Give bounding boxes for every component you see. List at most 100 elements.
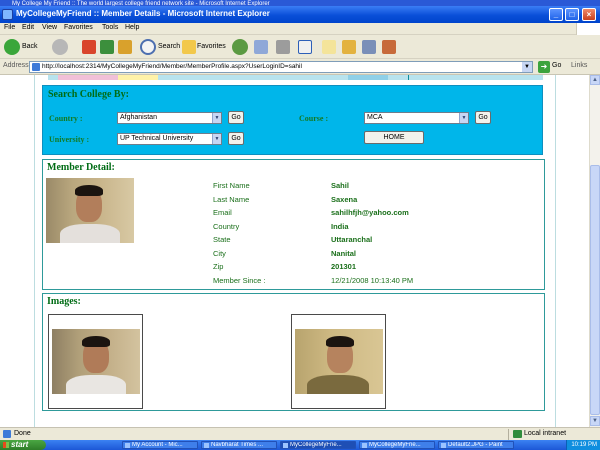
- forward-arrow-icon[interactable]: [52, 39, 68, 55]
- scroll-down-icon[interactable]: ▼: [590, 416, 600, 426]
- taskbar-item[interactable]: Navbharat Times ...: [201, 441, 277, 449]
- email-value: sahilhfjh@yahoo.com: [331, 208, 409, 217]
- course-select[interactable]: MCA ▼: [364, 112, 469, 124]
- minimize-button[interactable]: _: [549, 8, 563, 21]
- taskbar-item-label: MyCollegeMyFrie...: [290, 442, 342, 448]
- go-arrow-icon[interactable]: ➜: [538, 61, 550, 73]
- country-go-button[interactable]: Go: [228, 111, 244, 124]
- menu-favorites[interactable]: Favorites: [64, 24, 93, 31]
- country-detail-value: India: [331, 222, 349, 231]
- address-dropdown-icon[interactable]: ▼: [522, 62, 532, 72]
- go-label[interactable]: Go: [552, 62, 561, 69]
- country-select-value: Afghanistan: [120, 114, 157, 121]
- taskbar-item[interactable]: MyCollegeMyFrie...: [359, 441, 435, 449]
- scroll-up-icon[interactable]: ▲: [590, 75, 600, 85]
- country-detail-label: Country: [213, 222, 240, 231]
- window-title: MyCollegeMyFriend :: Member Details - Mi…: [16, 9, 270, 18]
- windows-flag-icon: [3, 442, 9, 448]
- zip-value: 201301: [331, 262, 357, 271]
- ie-icon: [283, 443, 288, 448]
- print-icon[interactable]: [276, 40, 290, 54]
- address-bar: Address http://localhost:2314/MyCollegeM…: [0, 59, 600, 75]
- taskbar-item[interactable]: My Account - Mic...: [122, 441, 198, 449]
- taskbar-item-label: Default2.JPG - Paint: [448, 442, 503, 448]
- menu-tools[interactable]: Tools: [102, 24, 118, 31]
- university-label: University :: [49, 135, 90, 144]
- home-icon[interactable]: [118, 40, 132, 54]
- city-label: City: [213, 249, 226, 258]
- address-input[interactable]: http://localhost:2314/MyCollegeMyFriend/…: [29, 61, 533, 73]
- state-value: Uttaranchal: [331, 235, 373, 244]
- first-name-label: First Name: [213, 181, 250, 190]
- home-button[interactable]: HOME: [364, 131, 424, 144]
- member-since-value: 12/21/2008 10:13:40 PM: [331, 276, 414, 285]
- last-name-label: Last Name: [213, 195, 250, 204]
- taskbar: start My Account - Mic... Navbharat Time…: [0, 440, 600, 450]
- word-icon[interactable]: [298, 40, 312, 54]
- gallery-image-frame[interactable]: [48, 314, 143, 409]
- gallery-image[interactable]: [52, 329, 140, 394]
- images-title: Images:: [47, 296, 81, 307]
- menu-help[interactable]: Help: [125, 24, 139, 31]
- last-name-value: Saxena: [331, 195, 358, 204]
- taskbar-item[interactable]: MyCollegeMyFrie...: [280, 441, 356, 449]
- menu-bar: File Edit View Favorites Tools Help: [0, 23, 600, 35]
- chevron-down-icon: ▼: [212, 134, 221, 144]
- discuss-icon[interactable]: [382, 40, 396, 54]
- close-button[interactable]: ×: [582, 8, 596, 21]
- intranet-zone-icon: [513, 430, 522, 438]
- search-title: Search College By:: [48, 89, 129, 100]
- research-icon[interactable]: [342, 40, 356, 54]
- menu-file[interactable]: File: [4, 24, 15, 31]
- university-select[interactable]: UP Technical University ▼: [117, 133, 222, 145]
- header-banner-strip: [48, 75, 543, 80]
- back-button-label[interactable]: Back: [22, 38, 38, 56]
- messenger-icon[interactable]: [322, 40, 336, 54]
- favorites-star-icon[interactable]: [182, 40, 196, 54]
- gallery-image-frame[interactable]: [291, 314, 386, 409]
- favorites-button-label[interactable]: Favorites: [197, 38, 226, 56]
- refresh-icon[interactable]: [100, 40, 114, 54]
- taskbar-item[interactable]: Default2.JPG - Paint: [438, 441, 514, 449]
- start-button[interactable]: start: [0, 440, 46, 450]
- start-label: start: [11, 440, 29, 449]
- menu-view[interactable]: View: [42, 24, 57, 31]
- taskbar-item-label: MyCollegeMyFrie...: [369, 442, 421, 448]
- maximize-button[interactable]: □: [565, 8, 579, 21]
- page-viewport: Search College By: Country : Afghanistan…: [0, 75, 589, 427]
- vertical-scrollbar[interactable]: ▲ ▼: [589, 75, 600, 427]
- window-title-bar[interactable]: MyCollegeMyFriend :: Member Details - Mi…: [0, 6, 600, 23]
- member-profile-photo: [46, 178, 134, 243]
- menu-edit[interactable]: Edit: [22, 24, 34, 31]
- scrollbar-thumb[interactable]: [590, 165, 600, 415]
- toolbar: Back Search Favorites: [0, 35, 600, 59]
- links-label[interactable]: Links: [571, 62, 587, 69]
- tools-icon[interactable]: [362, 40, 376, 54]
- search-button-label[interactable]: Search: [158, 38, 180, 56]
- gallery-image[interactable]: [295, 329, 383, 394]
- security-zone-text: Local intranet: [524, 430, 567, 437]
- status-text: Done: [14, 430, 31, 437]
- paint-icon: [441, 443, 446, 448]
- country-select[interactable]: Afghanistan ▼: [117, 112, 222, 124]
- course-select-value: MCA: [367, 114, 383, 121]
- ie-icon: [362, 443, 367, 448]
- email-label: Email: [213, 208, 232, 217]
- chevron-down-icon: ▼: [212, 113, 221, 123]
- course-go-button[interactable]: Go: [475, 111, 491, 124]
- page-done-icon: [3, 430, 11, 438]
- member-detail-panel: Member Detail: First Name Sahil Last Nam…: [42, 159, 545, 290]
- search-college-panel: Search College By: Country : Afghanistan…: [42, 85, 543, 155]
- university-go-button[interactable]: Go: [228, 132, 244, 145]
- taskbar-item-label: My Account - Mic...: [132, 442, 183, 448]
- chevron-down-icon: ▼: [459, 113, 468, 123]
- search-icon[interactable]: [140, 39, 156, 55]
- city-value: Nanital: [331, 249, 357, 258]
- member-detail-title: Member Detail:: [47, 162, 115, 173]
- back-arrow-icon[interactable]: [4, 39, 20, 55]
- mail-icon[interactable]: [254, 40, 268, 54]
- history-icon[interactable]: [232, 39, 248, 55]
- clock[interactable]: 10:19 PM: [571, 442, 597, 448]
- address-url: http://localhost:2314/MyCollegeMyFriend/…: [42, 63, 302, 70]
- stop-icon[interactable]: [82, 40, 96, 54]
